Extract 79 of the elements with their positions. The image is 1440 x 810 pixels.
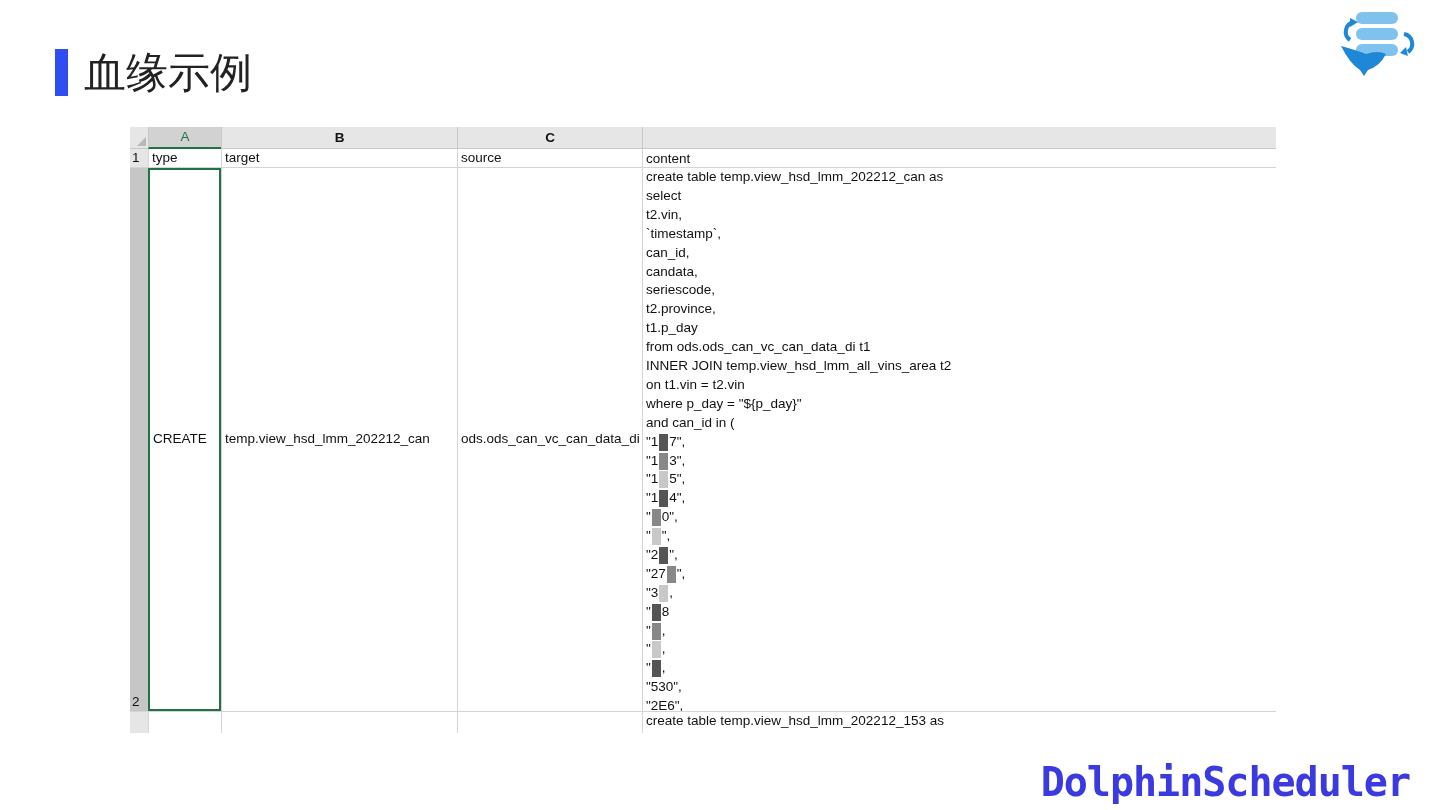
code-fragment: ", <box>669 546 678 565</box>
brand-wordmark: DolphinScheduler <box>1040 758 1410 807</box>
redaction-mark <box>666 565 676 583</box>
redaction-mark <box>659 546 669 564</box>
code-line: t1.p_day <box>646 319 698 338</box>
code-fragment: "1 <box>646 432 659 451</box>
code-fragment: , <box>669 583 674 602</box>
cell-text: temp.view_hsd_lmm_202212_can <box>225 430 430 449</box>
code-line: "530", <box>646 678 682 697</box>
redaction-mark <box>659 471 669 489</box>
code-fragment: "2 <box>646 546 659 565</box>
redaction-mark <box>651 509 661 527</box>
cell-text: source <box>461 149 502 167</box>
redaction-mark <box>651 528 661 546</box>
row-header[interactable]: 1 <box>130 149 148 167</box>
cell-text: type <box>152 149 178 167</box>
cell-text: CREATE <box>153 430 207 449</box>
redaction-mark <box>659 490 669 508</box>
column-header[interactable]: C <box>457 127 642 149</box>
code-fragment: 4", <box>669 489 686 508</box>
code-line: seriescode, <box>646 281 716 300</box>
code-fragment: , <box>661 640 666 659</box>
code-line: create table temp.view_hsd_lmm_202212_can as <box>646 168 944 186</box>
code-fragment: , <box>661 659 666 678</box>
code-fragment: 7", <box>669 432 686 451</box>
redaction-mark <box>651 622 661 640</box>
code-line: t2.province, <box>646 300 716 319</box>
code-fragment: " <box>646 508 651 527</box>
code-line: candata, <box>646 262 698 281</box>
code-line: `timestamp`, <box>646 224 721 243</box>
cell-text: content <box>646 151 691 166</box>
row-number: 1 <box>132 149 140 167</box>
cell-text: target <box>225 149 260 167</box>
cell-text: ods.ods_can_vc_can_data_di <box>461 430 640 449</box>
code-line: on t1.vin = t2.vin <box>646 375 745 394</box>
code-fragment: " <box>646 602 651 621</box>
table-cell[interactable]: type <box>148 149 221 167</box>
code-fragment: "3 <box>646 583 659 602</box>
column-header[interactable]: B <box>221 127 457 149</box>
table-cell[interactable]: target <box>221 149 457 167</box>
code-fragment: " <box>646 659 651 678</box>
code-line: can_id, <box>646 243 690 262</box>
code-line: and can_id in ( <box>646 413 735 432</box>
code-line: "2E6", <box>646 697 684 711</box>
redaction-mark <box>659 584 669 602</box>
table-cell[interactable]: CREATE <box>148 168 221 711</box>
redaction-mark <box>651 641 661 659</box>
code-fragment: ", <box>676 564 686 583</box>
code-line: create table temp.view_hsd_lmm_202212_153 as <box>646 712 944 730</box>
redaction-mark <box>659 433 669 451</box>
code-fragment: " <box>646 527 651 546</box>
row-number: 2 <box>132 693 140 711</box>
code-fragment: 3", <box>669 451 686 470</box>
code-fragment: ", <box>661 527 671 546</box>
redaction-mark <box>651 660 661 678</box>
code-line: from ods.ods_can_vc_can_data_di t1 <box>646 338 871 357</box>
code-line: where p_day = "${p_day}" <box>646 394 802 413</box>
code-line: INNER JOIN temp.view_hsd_lmm_all_vins_area t2 <box>646 357 952 376</box>
code-line: t2.vin, <box>646 205 683 224</box>
redaction-mark <box>651 603 661 621</box>
code-fragment: 5", <box>669 470 686 489</box>
row-header[interactable]: 2 <box>130 168 148 711</box>
code-fragment: "1 <box>646 489 659 508</box>
table-cell[interactable]: ods.ods_can_vc_can_data_di <box>457 168 642 711</box>
slide-title: 血缘示例 <box>84 51 252 94</box>
code-fragment: "1 <box>646 470 659 489</box>
code-fragment: 8 <box>661 602 670 621</box>
redaction-mark <box>659 452 669 470</box>
code-fragment: "1 <box>646 451 659 470</box>
code-line: select <box>646 186 682 205</box>
code-fragment: " <box>646 640 651 659</box>
column-header[interactable]: A <box>148 127 221 149</box>
code-fragment: " <box>646 621 651 640</box>
code-fragment: "27 <box>646 564 666 583</box>
table-cell[interactable]: temp.view_hsd_lmm_202212_can <box>221 168 457 711</box>
code-fragment: 0", <box>661 508 678 527</box>
title-bar <box>55 49 68 96</box>
table-cell[interactable]: source <box>457 149 642 167</box>
code-fragment: , <box>661 621 666 640</box>
